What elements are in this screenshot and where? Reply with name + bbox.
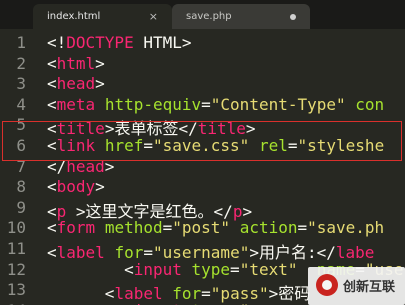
code-token: = xyxy=(230,259,240,279)
line-number: 3 xyxy=(16,74,26,94)
code-token: = xyxy=(297,218,308,238)
line-number: 6 xyxy=(16,136,26,155)
code-token: > xyxy=(95,53,105,73)
code-token: < xyxy=(47,218,57,238)
tab-index-html[interactable]: index.html × xyxy=(33,4,172,29)
code-token: "save.css" xyxy=(152,136,250,155)
code-line: <head> xyxy=(47,74,105,93)
code-token: </ xyxy=(47,156,67,176)
code-token: method xyxy=(104,218,163,238)
code-token: "passwo xyxy=(240,301,307,305)
code-line: <form method="post" action="save.ph xyxy=(47,218,384,237)
code-token: body xyxy=(56,177,96,197)
watermark-text: 创新互联 xyxy=(343,280,396,295)
watermark-logo: 创新互联 xyxy=(308,267,405,305)
line-number: 2 xyxy=(16,53,26,73)
code-line: <html> xyxy=(47,54,105,73)
code-token: "styleshe xyxy=(297,136,385,155)
line-number: 13 xyxy=(6,280,26,300)
code-token: rel xyxy=(258,136,288,155)
line-number-gutter: 1234567891011121314 xyxy=(0,29,36,305)
code-token: = xyxy=(230,301,240,305)
tab-save-php[interactable]: save.php xyxy=(172,4,310,29)
code-token: form xyxy=(56,218,96,238)
code-line: <meta http-equiv="Content-Type" con xyxy=(47,95,384,114)
code-token: action xyxy=(239,218,298,238)
code-token: < xyxy=(47,177,57,197)
line-number: 4 xyxy=(16,94,26,114)
code-token: head xyxy=(66,156,105,176)
code-token: head xyxy=(56,74,96,94)
tab-label: save.php xyxy=(186,11,232,22)
code-token: = xyxy=(201,94,211,114)
code-token: http-equiv xyxy=(104,94,202,114)
line-number: 11 xyxy=(6,239,26,258)
close-icon[interactable]: × xyxy=(149,4,158,29)
line-number: 5 xyxy=(16,115,26,135)
code-token: > xyxy=(104,156,115,176)
code-token: < xyxy=(47,94,57,114)
line-number: 12 xyxy=(6,259,26,279)
tab-bar: index.html × save.php xyxy=(0,0,405,29)
code-token: href xyxy=(104,136,144,155)
code-token: "Content-Type" xyxy=(210,94,346,114)
code-token: = xyxy=(162,218,173,238)
code-token: > xyxy=(95,177,105,197)
line-number: 10 xyxy=(6,218,26,238)
code-line: <input type="passwo xyxy=(47,301,307,305)
line-number: 1 xyxy=(16,33,26,52)
code-area[interactable]: <!DOCTYPE HTML> <html> <head> <meta http-eq… xyxy=(47,29,405,305)
code-token: = xyxy=(287,136,298,155)
code-token: < xyxy=(47,259,134,279)
code-token: link xyxy=(56,136,96,155)
line-number: 8 xyxy=(16,177,26,197)
code-token: meta xyxy=(56,94,96,114)
code-token: html xyxy=(56,53,96,73)
code-token: input xyxy=(133,259,182,279)
line-number: 9 xyxy=(16,197,26,217)
code-token: < xyxy=(47,136,57,155)
code-token: HTML> xyxy=(133,33,192,52)
code-token: con xyxy=(355,94,385,114)
code-token: type xyxy=(191,259,231,279)
code-token: > xyxy=(95,74,105,94)
code-editor[interactable]: 1234567891011121314 <!DOCTYPE HTML><html… xyxy=(0,29,405,305)
code-token: < xyxy=(47,53,57,73)
code-token: input xyxy=(134,301,182,305)
code-token: type xyxy=(192,301,231,305)
code-token: = xyxy=(143,136,153,155)
code-token: < xyxy=(47,301,134,305)
code-line: </head> xyxy=(47,157,114,176)
line-number: 14 xyxy=(0,301,26,305)
code-token: "text" xyxy=(239,259,298,279)
brand-logo-icon xyxy=(316,274,338,296)
unsaved-dot-icon[interactable] xyxy=(290,14,296,20)
code-token: <! xyxy=(47,33,67,52)
code-token: "save.ph xyxy=(307,218,385,238)
code-token: DOCTYPE xyxy=(66,33,134,52)
code-line: <!DOCTYPE HTML> xyxy=(47,33,192,52)
tab-label: index.html xyxy=(47,11,101,22)
code-token: < xyxy=(47,74,57,94)
code-line: <link href="save.css" rel="styleshe xyxy=(47,136,384,155)
code-token: "post" xyxy=(172,218,231,238)
line-number: 7 xyxy=(16,156,26,176)
code-line: <body> xyxy=(47,177,105,196)
